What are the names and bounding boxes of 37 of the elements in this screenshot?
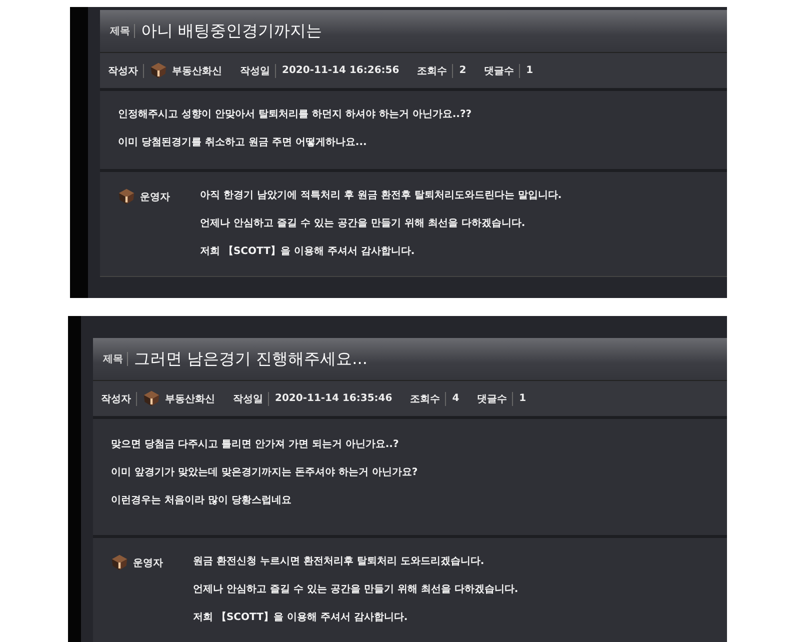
meta-label: 댓글수 [477, 392, 514, 406]
meta-value: 1 [519, 393, 526, 404]
reply-text: 원금 환전신청 누르시면 환전처리후 탈퇴처리 도와드리겠습니다. [193, 555, 486, 568]
meta-label: 작성일 [240, 64, 276, 78]
reply-text: 저희 【SCOTT】을 이용해 주셔서 감사합니다. [200, 244, 416, 258]
meta-label: 댓글수 [484, 64, 520, 78]
level-icon [111, 554, 128, 571]
post-text: 이미 당첨된경기를 취소하고 원금 주면 어떻게하나요... [118, 136, 368, 149]
author-name: 부동산화신 [165, 392, 215, 406]
post-title: 아니 배팅중인경기까지는 [141, 20, 322, 42]
post-text: 인정해주시고 성향이 안맞아서 탈퇴처리를 하던지 하셔야 하는거 아닌가요..?? [118, 108, 473, 121]
reply-text: 언제나 안심하고 즐길 수 있는 공간을 만들기 위해 최선을 다하겠습니다. [200, 217, 526, 230]
meta-value: 2020-11-14 16:35:46 [275, 393, 392, 404]
reply-text: 아직 한경기 남았기에 적특처리 후 원금 환전후 탈퇴처리도와드린다는 말입니다. [200, 189, 562, 202]
reply-text: 언제나 안심하고 즐길 수 있는 공간을 만들기 위해 최선을 다하겠습니다. [193, 583, 518, 596]
author-name: 부동산화신 [172, 64, 222, 78]
meta-label: 작성일 [233, 392, 269, 406]
level-icon [118, 188, 135, 205]
subject-label: 제목 [103, 352, 128, 366]
meta-value: 4 [452, 393, 460, 404]
subject-label: 제목 [110, 24, 135, 38]
reply-text: 저희 【SCOTT】을 이용해 주셔서 감사합니다. [193, 610, 409, 624]
reply-author: 운영자 [140, 191, 170, 204]
post-text: 이미 앞경기가 맞았는데 맞은경기까지는 돈주셔야 하는거 아닌가요? [111, 466, 419, 479]
level-icon [150, 62, 167, 79]
meta-value: 2020-11-14 16:26:56 [282, 65, 400, 76]
meta-label: 작성자 [108, 64, 144, 78]
meta-value: 2 [459, 65, 466, 76]
post-title: 그러면 남은경기 진행해주세요... [134, 348, 368, 370]
post-text: 이런경우는 처음이라 많이 당황스럽네요 [111, 494, 292, 507]
meta-label: 조회수 [410, 392, 446, 406]
meta-value: 1 [526, 65, 534, 76]
reply-author: 운영자 [133, 557, 163, 570]
meta-label: 조회수 [417, 64, 454, 78]
post-text: 맞으면 당첨금 다주시고 틀리면 안가져 가면 되는거 아닌가요..? [111, 438, 400, 451]
meta-label: 작성자 [101, 392, 137, 406]
level-icon [143, 390, 160, 407]
